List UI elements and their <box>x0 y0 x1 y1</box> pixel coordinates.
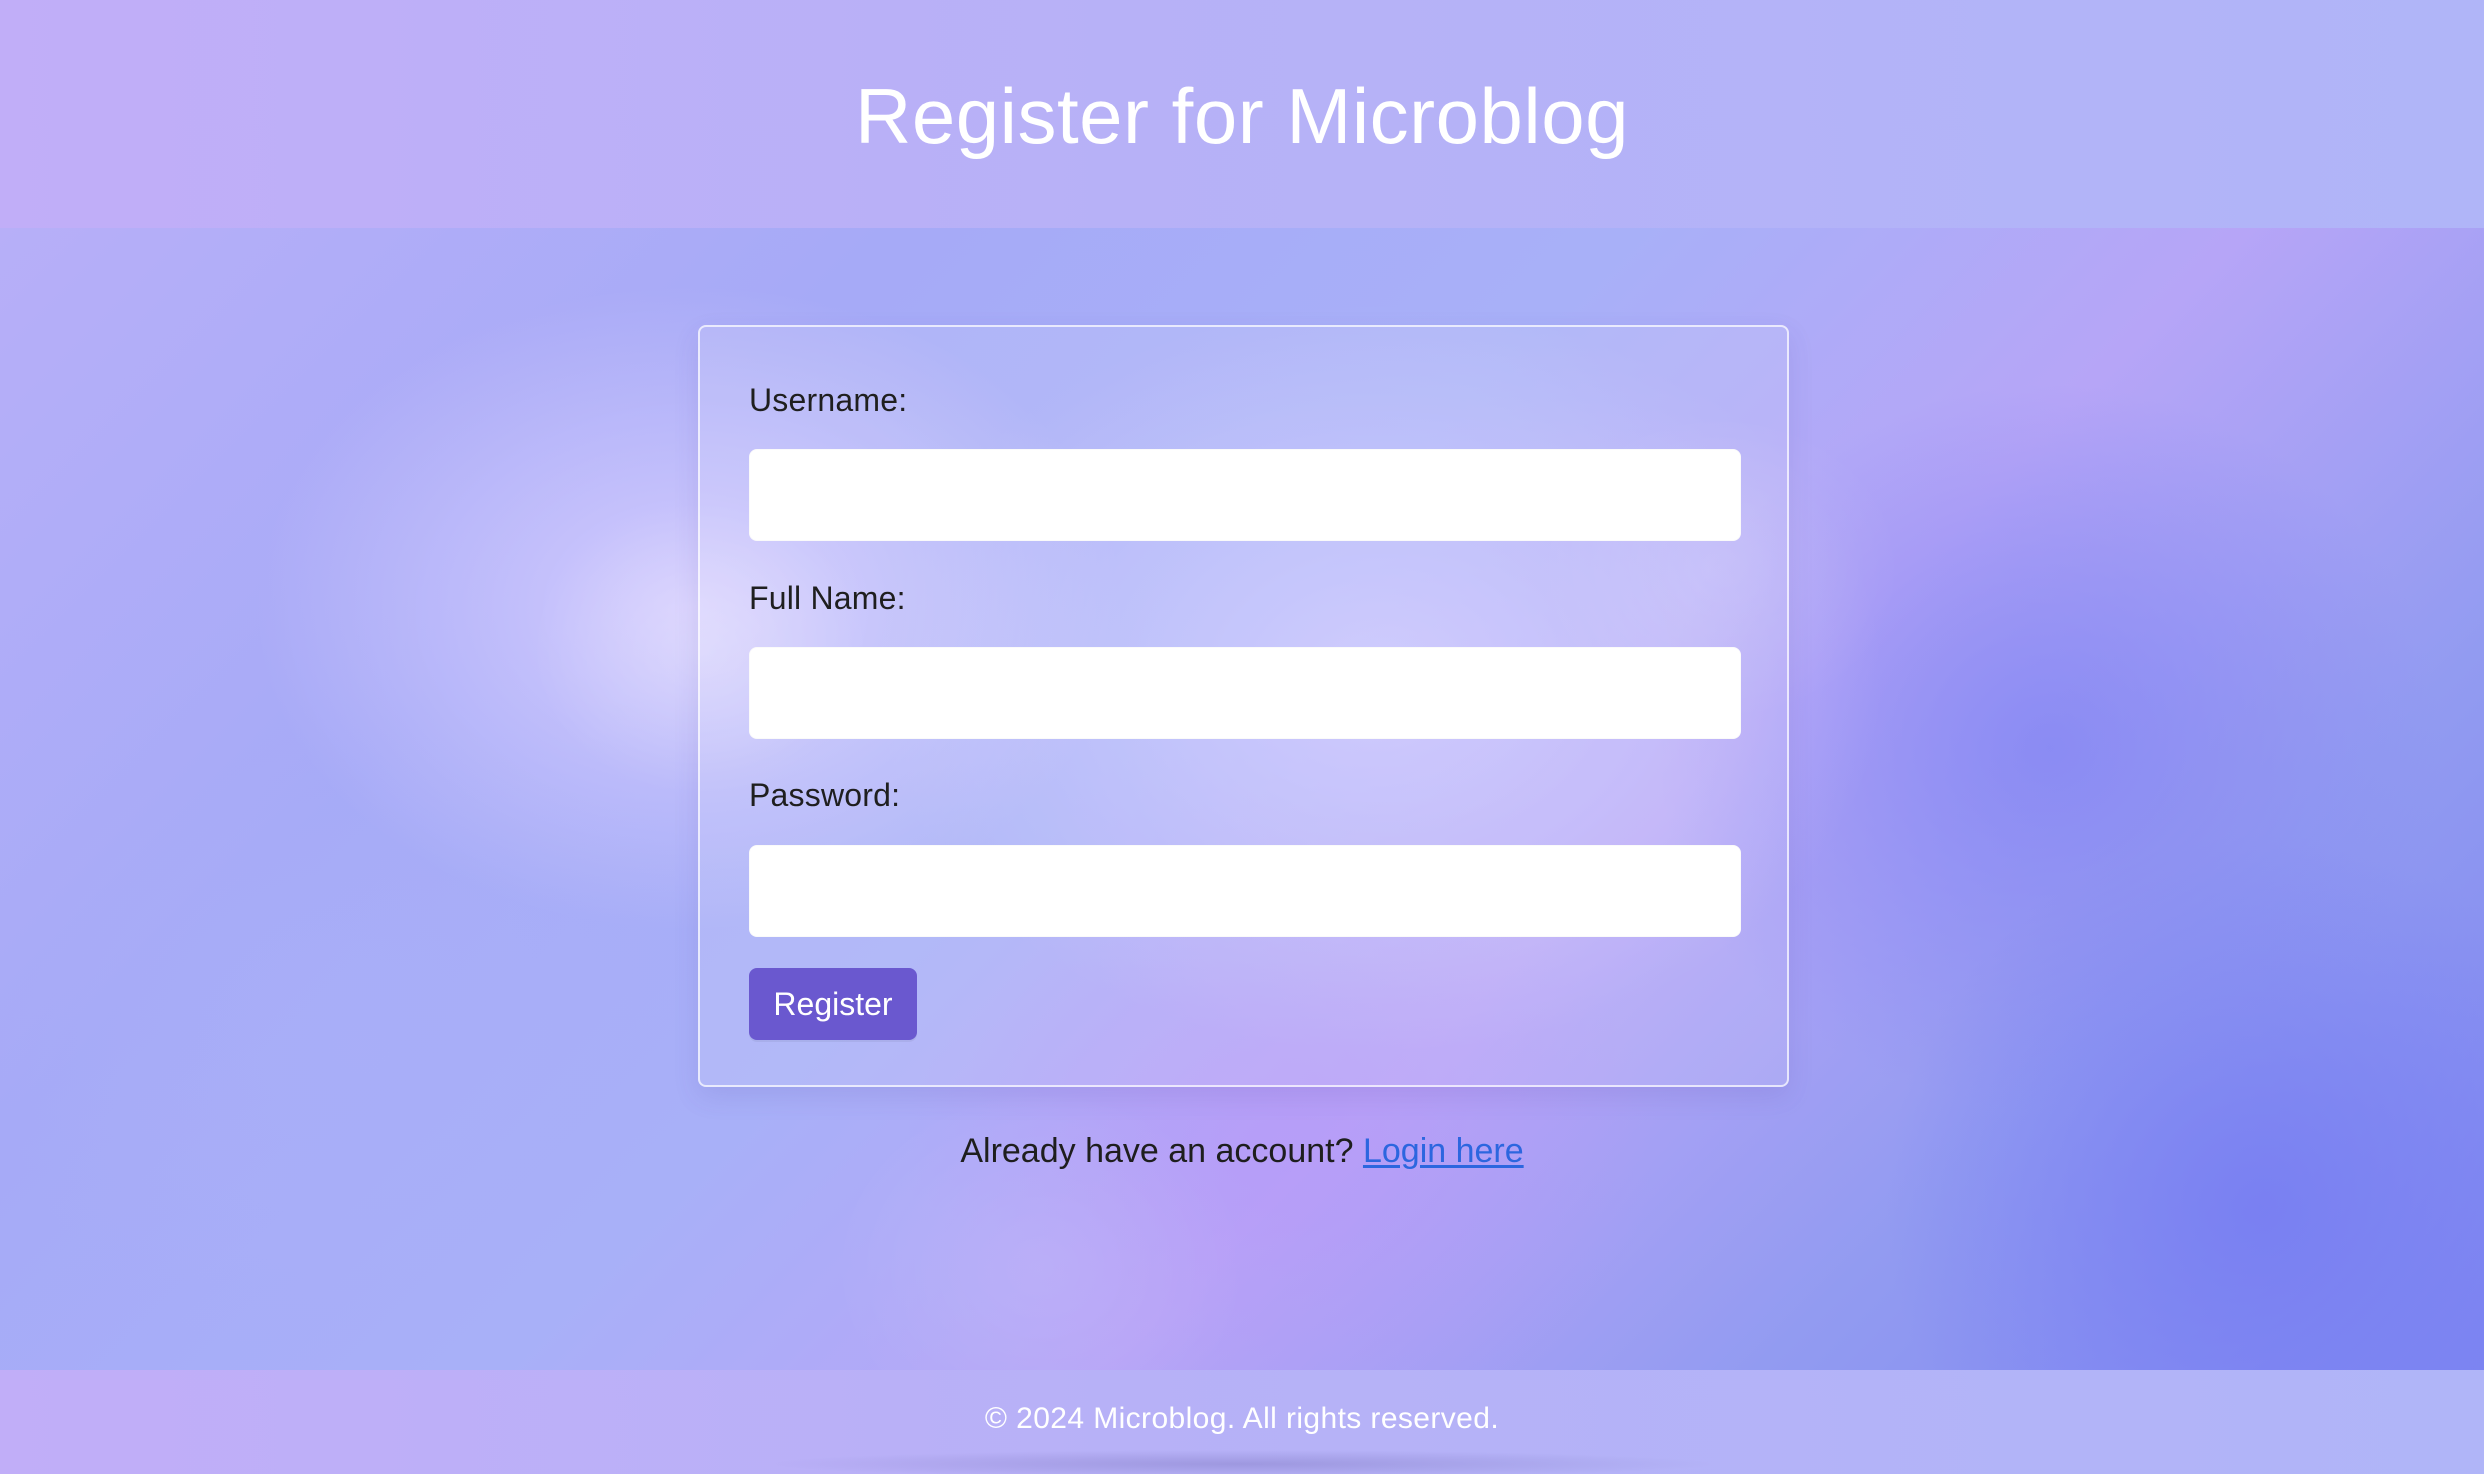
login-prompt: Already have an account? Login here <box>0 1134 2484 1168</box>
page-footer: © 2024 Microblog. All rights reserved. <box>0 1370 2484 1474</box>
full-name-input[interactable] <box>749 647 1741 739</box>
register-page: Register for Microblog Username: Full Na… <box>0 0 2484 1474</box>
login-link[interactable]: Login here <box>1363 1132 1524 1170</box>
footer-copyright: © 2024 Microblog. All rights reserved. <box>984 1402 1500 1435</box>
page-title: Register for Microblog <box>855 72 1629 160</box>
username-input[interactable] <box>749 449 1741 541</box>
password-label: Password: <box>749 777 901 813</box>
password-input[interactable] <box>749 845 1741 937</box>
full-name-label: Full Name: <box>749 580 906 616</box>
username-label: Username: <box>749 382 908 418</box>
login-prompt-text: Already have an account? <box>960 1132 1354 1170</box>
page-header: Register for Microblog <box>0 0 2484 228</box>
register-form: Username: Full Name: Password: Register <box>698 325 1789 1087</box>
register-button[interactable]: Register <box>749 968 917 1040</box>
